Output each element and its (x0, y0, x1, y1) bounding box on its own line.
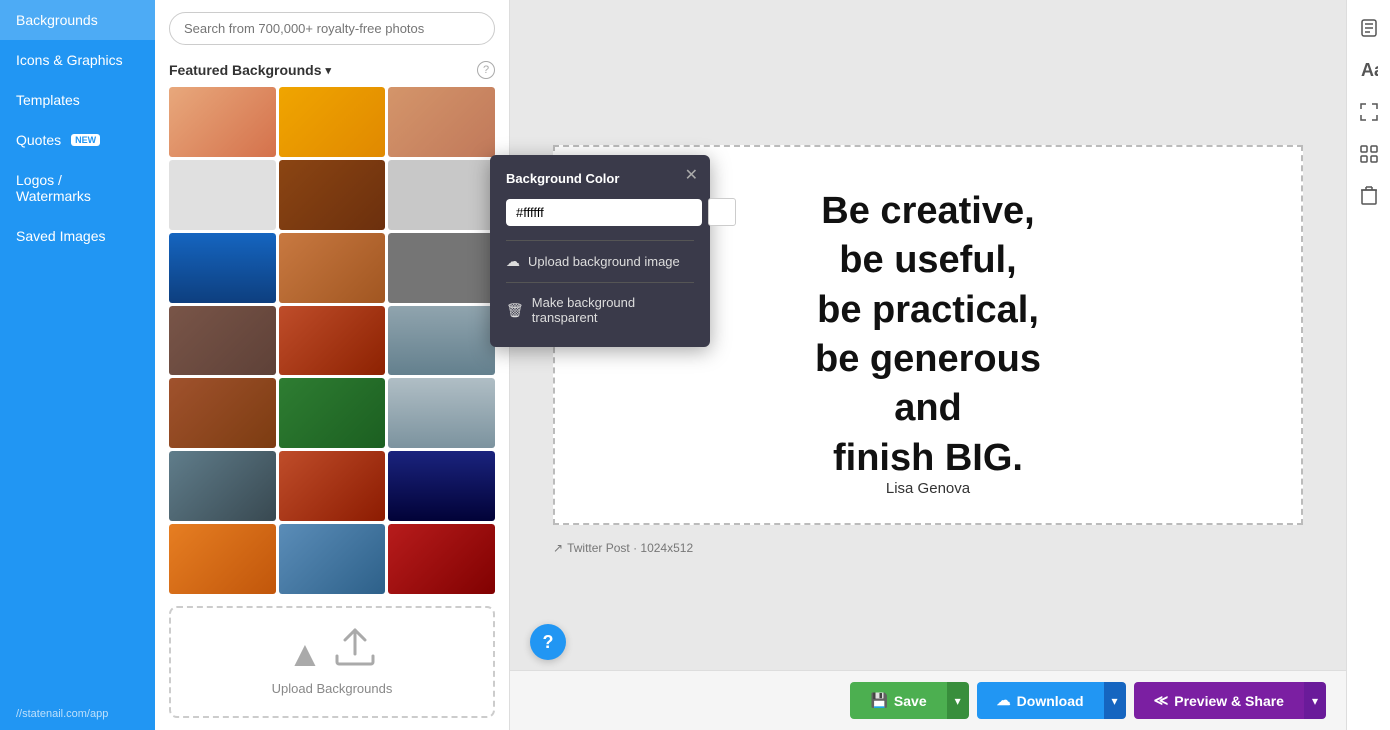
sidebar-item-label: Icons & Graphics (16, 52, 123, 68)
save-icon: 💾 (870, 692, 887, 709)
image-grid (155, 87, 509, 594)
expand-tool-button[interactable] (1353, 96, 1385, 128)
list-item[interactable] (388, 87, 495, 157)
color-input-row (506, 198, 694, 226)
download-icon: ☁ (997, 692, 1011, 709)
sidebar-item-label: Saved Images (16, 228, 106, 244)
list-item[interactable] (279, 233, 386, 303)
preview-share-button-group: ≪ Preview & Share ▾ (1134, 682, 1326, 719)
sidebar-item-backgrounds[interactable]: Backgrounds (0, 0, 155, 40)
list-item[interactable] (388, 524, 495, 594)
save-chevron-button[interactable]: ▾ (947, 682, 969, 719)
search-bar (155, 0, 509, 57)
hex-color-input[interactable] (506, 199, 702, 226)
list-item[interactable] (279, 524, 386, 594)
popup-title: Background Color (506, 171, 694, 186)
main-area: Be creative,be useful,be practical,be ge… (510, 0, 1346, 730)
upload-background-action[interactable]: ☁ Upload background image (506, 247, 694, 276)
list-item[interactable] (169, 87, 276, 157)
list-item[interactable] (388, 233, 495, 303)
divider (506, 240, 694, 241)
list-item[interactable] (169, 524, 276, 594)
svg-text:Aa: Aa (1361, 60, 1378, 80)
list-item[interactable] (169, 451, 276, 521)
trash-icon: 🗑 (506, 302, 524, 319)
help-icon[interactable]: ? (477, 61, 495, 79)
download-button-group: ☁ Download ▾ (977, 682, 1126, 719)
list-item[interactable] (388, 451, 495, 521)
list-item[interactable] (279, 306, 386, 376)
bottom-bar: 💾 Save ▾ ☁ Download ▾ ≪ Preview & Share … (510, 670, 1346, 730)
list-item[interactable] (388, 378, 495, 448)
upload-icon: ▲ (287, 628, 377, 675)
bg-color-popup: Background Color ✕ ☁ Upload background i… (490, 155, 710, 347)
sidebar-item-icons-graphics[interactable]: Icons & Graphics (0, 40, 155, 80)
upload-icon: ☁ (506, 253, 520, 270)
chevron-down-icon: ▾ (325, 64, 331, 77)
list-item[interactable] (388, 306, 495, 376)
preview-share-chevron-button[interactable]: ▾ (1304, 682, 1326, 719)
list-item[interactable] (279, 451, 386, 521)
divider (506, 282, 694, 283)
sidebar-footer: //statenail.com/app (0, 698, 155, 730)
list-item[interactable] (169, 233, 276, 303)
grid-tool-button[interactable] (1353, 138, 1385, 170)
list-item[interactable] (169, 160, 276, 230)
list-item[interactable] (279, 378, 386, 448)
download-button[interactable]: ☁ Download (977, 682, 1104, 719)
left-panel: Featured Backgrounds ▾ ? (155, 0, 510, 730)
save-button-group: 💾 Save ▾ (850, 682, 968, 719)
canvas-size-label: ↗ Twitter Post · 1024x512 (553, 541, 693, 555)
canvas-author: Lisa Genova (555, 480, 1301, 497)
download-chevron-button[interactable]: ▾ (1104, 682, 1126, 719)
upload-area[interactable]: ▲ Upload Backgrounds (169, 606, 495, 718)
sidebar: Backgrounds Icons & Graphics Templates Q… (0, 0, 155, 730)
canvas-quote-text: Be creative,be useful,be practical,be ge… (815, 187, 1041, 483)
featured-header: Featured Backgrounds ▾ ? (155, 57, 509, 87)
sidebar-item-logos-watermarks[interactable]: Logos / Watermarks (0, 160, 155, 216)
search-input[interactable] (169, 12, 495, 45)
page-tool-button[interactable] (1353, 12, 1385, 44)
sidebar-item-templates[interactable]: Templates (0, 80, 155, 120)
right-tools: Aa (1346, 0, 1390, 730)
color-swatch[interactable] (708, 198, 736, 226)
text-tool-button[interactable]: Aa (1353, 54, 1385, 86)
list-item[interactable] (388, 160, 495, 230)
help-fab[interactable]: ? (530, 624, 566, 660)
sidebar-item-label: Templates (16, 92, 80, 108)
share-icon: ≪ (1154, 692, 1169, 709)
sidebar-item-saved-images[interactable]: Saved Images (0, 216, 155, 256)
sidebar-item-label: Backgrounds (16, 12, 98, 28)
list-item[interactable] (169, 378, 276, 448)
sidebar-item-label: Logos / Watermarks (16, 172, 139, 204)
sidebar-item-label: Quotes (16, 132, 61, 148)
upload-label: Upload Backgrounds (272, 681, 393, 696)
sidebar-item-quotes[interactable]: Quotes NEW (0, 120, 155, 160)
new-badge: NEW (71, 134, 100, 146)
delete-tool-button[interactable] (1353, 180, 1385, 212)
make-transparent-action[interactable]: 🗑 Make background transparent (506, 289, 694, 331)
list-item[interactable] (169, 306, 276, 376)
save-button[interactable]: 💾 Save (850, 682, 946, 719)
featured-title[interactable]: Featured Backgrounds ▾ (169, 62, 331, 78)
list-item[interactable] (279, 87, 386, 157)
preview-share-button[interactable]: ≪ Preview & Share (1134, 682, 1304, 719)
close-icon[interactable]: ✕ (685, 165, 698, 185)
list-item[interactable] (279, 160, 386, 230)
